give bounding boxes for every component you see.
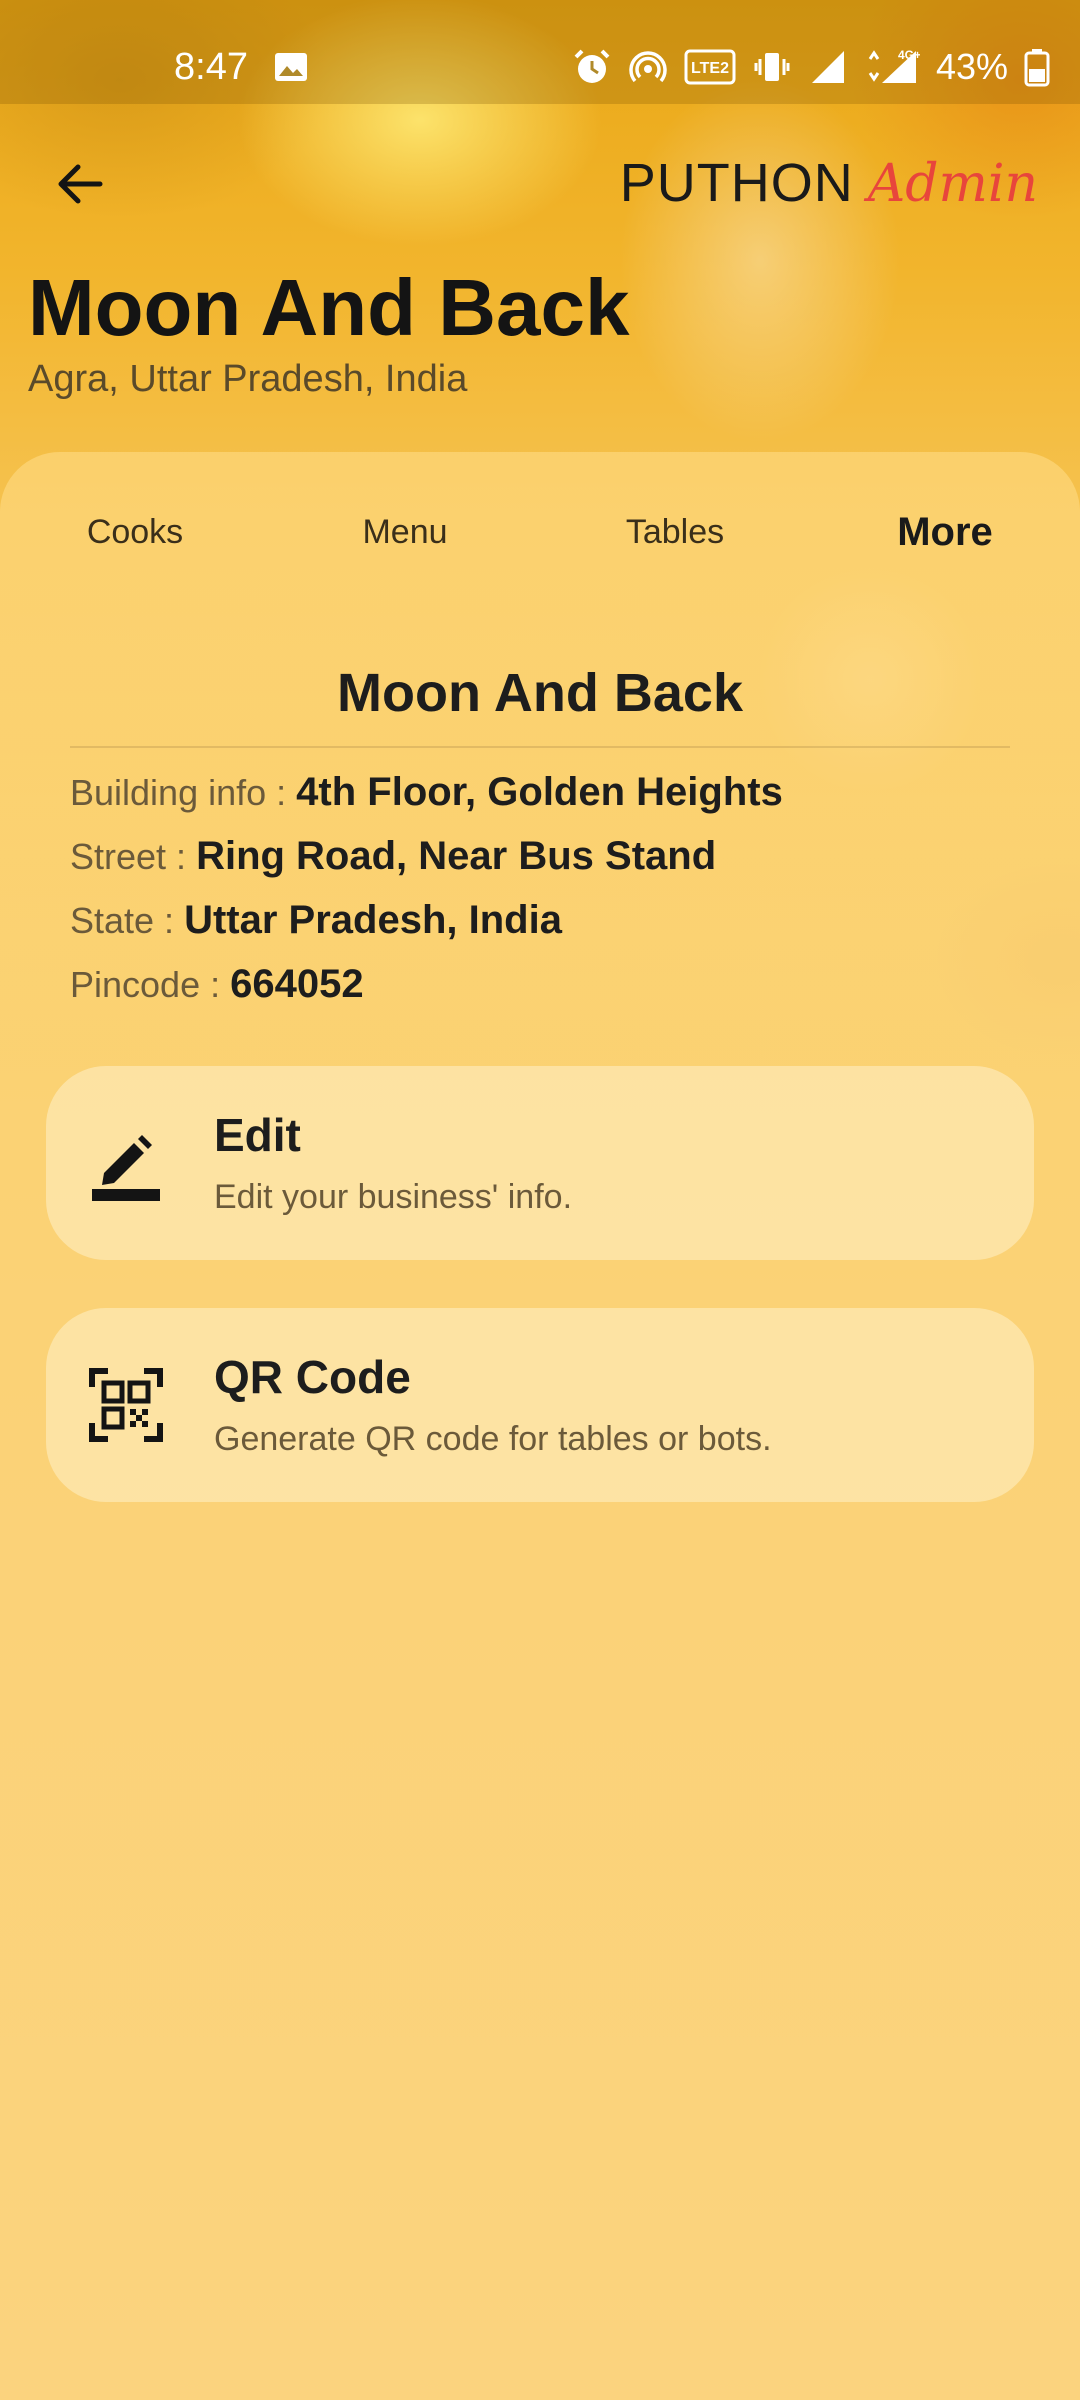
info-label: Pincode : xyxy=(70,964,231,1005)
info-label: State : xyxy=(70,900,185,941)
tab-more[interactable]: More xyxy=(810,492,1080,572)
svg-text:LTE2: LTE2 xyxy=(691,60,729,77)
info-row-state: State : Uttar Pradesh, India xyxy=(70,898,562,943)
status-bar: 8:47 LTE2 4G+ 43% xyxy=(0,0,1080,104)
info-value: Uttar Pradesh, India xyxy=(184,898,562,942)
signal-4g-icon: 4G+ xyxy=(868,48,920,83)
edit-icon xyxy=(86,1123,166,1203)
info-label: Street : xyxy=(70,836,197,877)
info-value: Ring Road, Near Bus Stand xyxy=(196,834,717,878)
app-bar: PUTHON Admin xyxy=(0,104,1080,264)
brand-logo: PUTHON Admin xyxy=(620,152,1038,214)
gallery-notification-icon xyxy=(275,53,307,81)
alarm-icon xyxy=(574,49,610,83)
tab-cooks[interactable]: Cooks xyxy=(0,492,270,572)
edit-card[interactable]: Edit Edit your business' info. xyxy=(46,1066,1034,1260)
edit-title: Edit xyxy=(214,1109,301,1161)
tab-menu[interactable]: Menu xyxy=(270,492,540,572)
info-row-building: Building info : 4th Floor, Golden Height… xyxy=(70,770,783,815)
info-label: Building info : xyxy=(70,772,297,813)
signal-icon xyxy=(811,51,844,83)
divider xyxy=(70,746,1010,748)
battery-icon xyxy=(1024,49,1050,87)
info-title: Moon And Back xyxy=(336,663,743,723)
info-row-pincode: Pincode : 664052 xyxy=(70,962,364,1007)
vibrate-icon xyxy=(754,53,790,81)
info-value: 4th Floor, Golden Heights xyxy=(296,770,783,814)
status-icons: LTE2 4G+ 43% xyxy=(572,46,1050,88)
qr-code-card[interactable]: QR Code Generate QR code for tables or b… xyxy=(46,1308,1034,1502)
brand-name: PUTHON xyxy=(619,153,854,213)
tab-tables[interactable]: Tables xyxy=(540,492,810,572)
info-value: 664052 xyxy=(230,962,364,1006)
qr-code-icon xyxy=(86,1365,166,1445)
back-button[interactable] xyxy=(40,144,120,224)
volte-icon: LTE2 xyxy=(684,49,736,85)
qr-code-description: Generate QR code for tables or bots. xyxy=(214,1420,772,1458)
content-sheet: Cooks Menu Tables More Moon And Back Bui… xyxy=(0,452,1080,2400)
brand-tag: Admin xyxy=(867,154,1038,214)
info-row-street: Street : Ring Road, Near Bus Stand xyxy=(70,834,716,879)
status-time: 8:47 xyxy=(174,46,248,88)
business-location: Agra, Uttar Pradesh, India xyxy=(28,358,468,400)
battery-percentage: 43% xyxy=(935,46,1008,87)
svg-text:4G+: 4G+ xyxy=(898,48,920,62)
hotspot-icon xyxy=(629,51,667,83)
business-name: Moon And Back xyxy=(28,263,630,352)
arrow-back-icon xyxy=(58,164,103,204)
edit-description: Edit your business' info. xyxy=(214,1178,573,1216)
tab-bar: Cooks Menu Tables More xyxy=(0,492,1080,572)
qr-code-title: QR Code xyxy=(214,1351,411,1403)
